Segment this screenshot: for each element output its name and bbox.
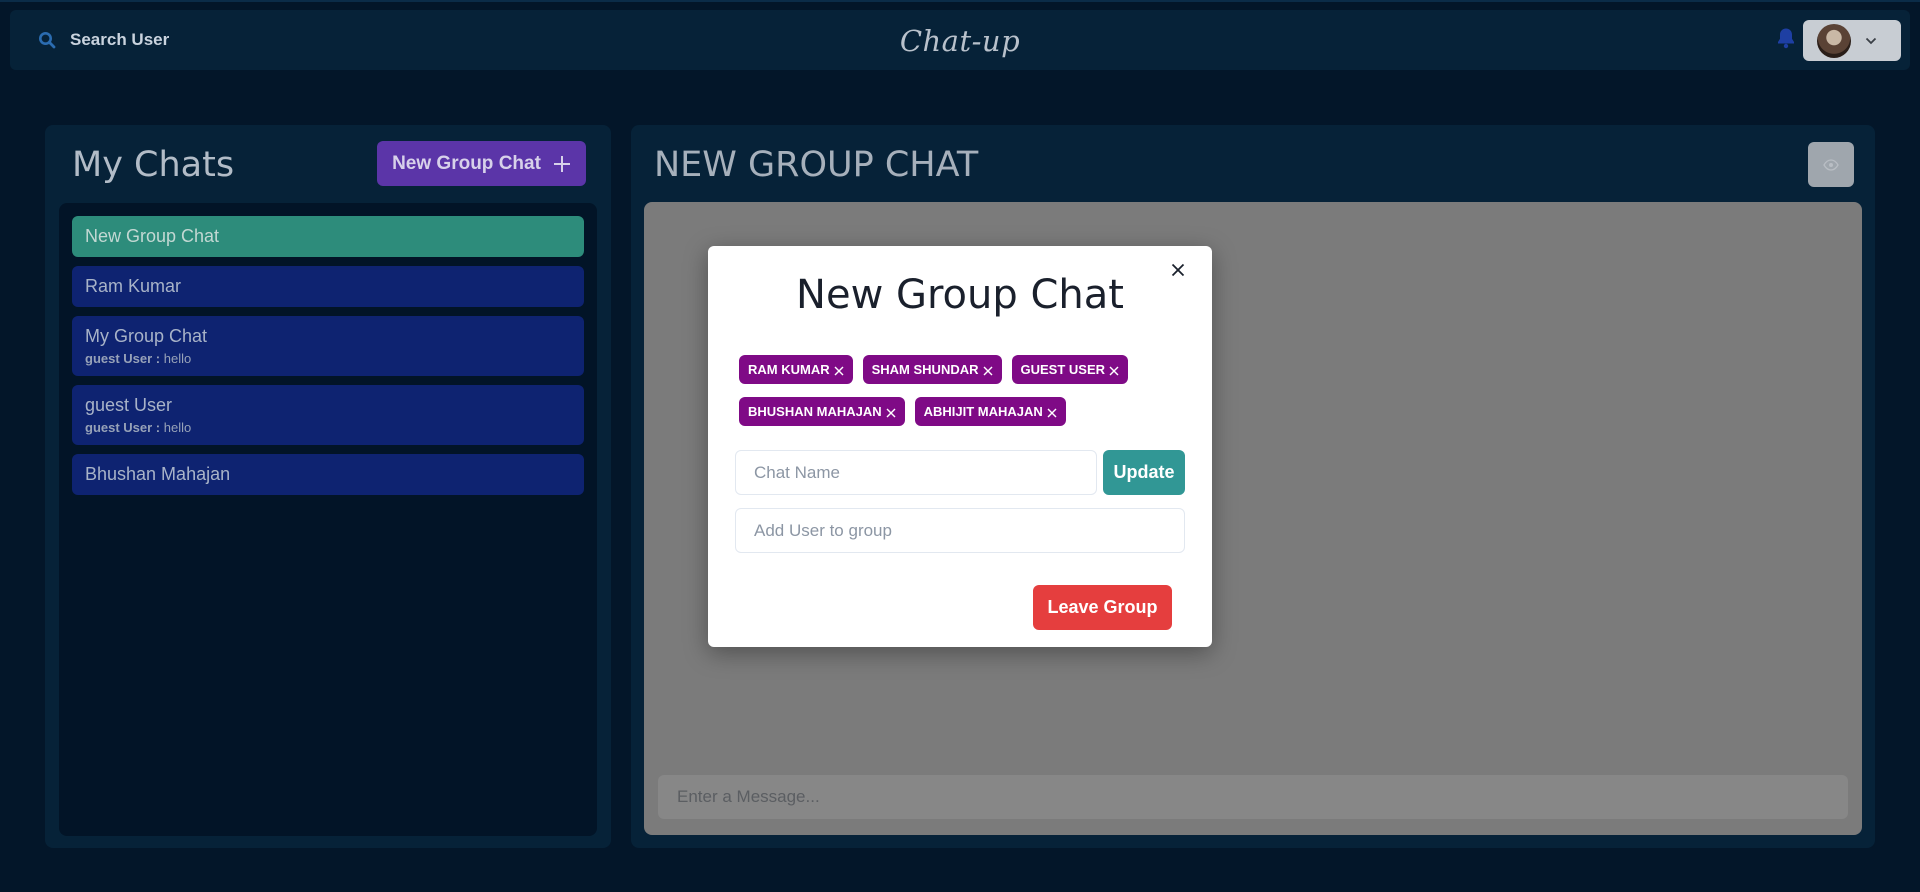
member-name: GUEST USER xyxy=(1020,362,1106,377)
bell-icon[interactable] xyxy=(1776,27,1796,54)
chat-item-preview: guest User : hello xyxy=(85,420,571,435)
member-name: BHUSHAN MAHAJAN xyxy=(748,404,882,419)
member-badge[interactable]: ABHIJIT MAHAJAN xyxy=(914,397,1066,426)
chat-item-ram-kumar[interactable]: Ram Kumar xyxy=(72,266,584,307)
new-group-chat-label: New Group Chat xyxy=(392,152,541,174)
member-name: RAM KUMAR xyxy=(748,362,830,377)
remove-member-icon[interactable] xyxy=(1047,408,1057,418)
preview-text: hello xyxy=(163,351,192,366)
chat-item-name: New Group Chat xyxy=(85,226,220,246)
member-badges: RAM KUMAR SHAM SHUNDAR GUEST USER BHUSHA… xyxy=(739,355,1179,426)
preview-text: hello xyxy=(163,420,192,435)
app-header: Search User Chat-up xyxy=(10,10,1910,70)
member-name: ABHIJIT MAHAJAN xyxy=(923,404,1043,419)
member-badge[interactable]: SHAM SHUNDAR xyxy=(862,355,1002,384)
remove-member-icon[interactable] xyxy=(886,408,896,418)
modal-title: New Group Chat xyxy=(796,272,1124,318)
chat-item-my-group-chat[interactable]: My Group Chat guest User : hello xyxy=(72,316,584,376)
preview-sender: guest User : xyxy=(85,351,161,366)
my-chats-panel: My Chats New Group Chat New Group Chat R… xyxy=(45,125,611,848)
eye-icon xyxy=(1823,158,1839,171)
preview-sender: guest User : xyxy=(85,420,161,435)
plus-icon xyxy=(553,155,570,172)
chat-list: New Group Chat Ram Kumar My Group Chat g… xyxy=(59,203,597,836)
avatar xyxy=(1817,23,1851,58)
chat-item-name: My Group Chat xyxy=(85,326,208,346)
chat-item-name: guest User xyxy=(85,395,173,415)
top-border xyxy=(0,0,1920,2)
message-input[interactable] xyxy=(658,775,1848,819)
update-group-modal: New Group Chat RAM KUMAR SHAM SHUNDAR GU… xyxy=(708,246,1212,647)
member-badge[interactable]: GUEST USER xyxy=(1011,355,1129,384)
remove-member-icon[interactable] xyxy=(834,366,844,376)
new-group-chat-button[interactable]: New Group Chat xyxy=(377,141,586,186)
chat-item-name: Bhushan Mahajan xyxy=(85,464,231,484)
profile-menu-button[interactable] xyxy=(1803,20,1901,61)
chat-item-preview: guest User : hello xyxy=(85,351,571,366)
leave-group-button[interactable]: Leave Group xyxy=(1033,585,1172,630)
chat-name-input[interactable] xyxy=(735,450,1097,495)
member-name: SHAM SHUNDAR xyxy=(871,362,979,377)
app-brand: Chat-up xyxy=(899,24,1021,58)
my-chats-title: My Chats xyxy=(72,145,235,185)
chat-item-bhushan-mahajan[interactable]: Bhushan Mahajan xyxy=(72,454,584,495)
chevron-down-icon xyxy=(1865,37,1877,44)
chat-title: NEW GROUP CHAT xyxy=(654,145,979,185)
chat-item-guest-user[interactable]: guest User guest User : hello xyxy=(72,385,584,445)
member-badge[interactable]: BHUSHAN MAHAJAN xyxy=(739,397,905,426)
view-details-button[interactable] xyxy=(1808,142,1854,187)
remove-member-icon[interactable] xyxy=(1109,366,1119,376)
chat-item-name: Ram Kumar xyxy=(85,276,182,296)
member-badge[interactable]: RAM KUMAR xyxy=(739,355,853,384)
remove-member-icon[interactable] xyxy=(983,366,993,376)
add-user-input[interactable] xyxy=(735,508,1185,553)
chat-item-new-group-chat[interactable]: New Group Chat xyxy=(72,216,584,257)
update-button[interactable]: Update xyxy=(1103,450,1185,495)
